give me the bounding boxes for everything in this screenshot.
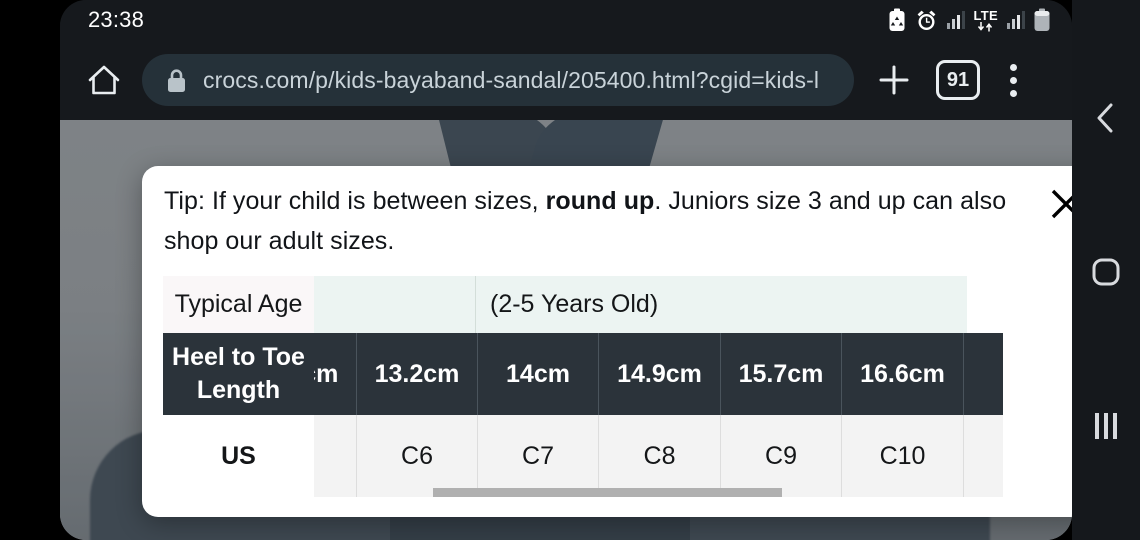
lte-icon: LTE: [974, 9, 999, 32]
omnibox[interactable]: crocs.com/p/kids-bayaband-sandal/205400.…: [142, 54, 854, 106]
us-size-cell: [963, 415, 1003, 497]
signal-bars-2-icon: [1007, 11, 1025, 29]
us-scroll-viewport[interactable]: C5C6C7C8C9C10: [314, 415, 1072, 497]
browser-toolbar: crocs.com/p/kids-bayaband-sandal/205400.…: [60, 40, 1072, 120]
lte-arrows-icon: [977, 21, 992, 31]
overflow-menu-button[interactable]: [986, 53, 1040, 107]
nav-home-button[interactable]: [1084, 250, 1128, 294]
us-size-cell: C8: [598, 415, 720, 497]
heel-to-toe-cell: 15.7cm: [720, 333, 841, 415]
tab-counter-button[interactable]: 91: [936, 60, 980, 100]
row-label-us: US: [163, 415, 314, 497]
age-scroll-viewport[interactable]: rs Old)(2-5 Years Old): [314, 276, 1072, 333]
heel-scroll-viewport[interactable]: n12.3cm13.2cm14cm14.9cm15.7cm16.6cm: [314, 333, 1072, 415]
heel-to-toe-cell: 13.2cm: [356, 333, 477, 415]
battery-saver-icon: [889, 8, 904, 31]
status-clock: 23:38: [88, 7, 145, 32]
us-size-cell: C5: [314, 415, 356, 497]
tab-count-label: 91: [946, 68, 970, 91]
home-button[interactable]: [76, 52, 132, 108]
horizontal-scrollbar-track[interactable]: [314, 488, 1072, 497]
lte-label: LTE: [973, 7, 998, 23]
us-size-cell: C7: [477, 415, 598, 497]
row-label-heel-to-toe: Heel to Toe Length: [163, 333, 314, 415]
phone-screenshot: 23:38 LTE crocs.com/p/kids-bayaband-sand…: [0, 0, 1140, 540]
android-nav-bar: [1072, 0, 1140, 540]
close-icon: [1051, 189, 1072, 219]
heel-to-toe-cell: 14cm: [477, 333, 598, 415]
more-vertical-icon: [1009, 76, 1017, 84]
home-square-icon: [1092, 258, 1120, 286]
size-chart-modal: Tip: If your child is between sizes, rou…: [142, 166, 1072, 517]
status-icon-group: LTE: [888, 8, 1051, 32]
size-tip-text: Tip: If your child is between sizes, rou…: [164, 181, 1049, 261]
url-text[interactable]: crocs.com/p/kids-bayaband-sandal/205400.…: [203, 67, 819, 94]
close-button[interactable]: [1043, 181, 1072, 227]
typical-age-cell: rs Old): [314, 276, 475, 333]
more-vertical-icon: [1009, 63, 1017, 71]
heel-to-toe-cell: 14.9cm: [598, 333, 720, 415]
chevron-left-icon: [1097, 103, 1113, 133]
battery-icon: [1034, 8, 1050, 31]
us-size-cell: C6: [356, 415, 477, 497]
horizontal-scrollbar-thumb[interactable]: [432, 488, 782, 497]
home-icon: [88, 65, 120, 95]
us-cells: C5C6C7C8C9C10: [314, 415, 1003, 497]
status-bar: 23:38 LTE: [60, 0, 1072, 40]
heel-to-toe-cell: [963, 333, 1003, 415]
tip-bold: round up: [545, 187, 655, 215]
heel-cells: n12.3cm13.2cm14cm14.9cm15.7cm16.6cm: [314, 333, 1003, 415]
heel-to-toe-cell: 12.3cm: [314, 333, 356, 415]
new-tab-button[interactable]: [866, 52, 922, 108]
age-cells: rs Old)(2-5 Years Old): [314, 276, 967, 333]
typical-age-cell: (2-5 Years Old): [475, 276, 967, 333]
row-label-typical-age: Typical Age: [163, 276, 314, 333]
nav-recents-button[interactable]: [1084, 404, 1128, 448]
size-chart-table: rs Old)(2-5 Years Old) Typical Age n12.3…: [163, 276, 1072, 517]
more-vertical-icon: [1009, 89, 1017, 97]
lock-icon: [168, 68, 185, 92]
recents-icon: [1095, 413, 1117, 439]
us-size-cell: C9: [720, 415, 841, 497]
tip-prefix: Tip: If your child is between sizes,: [164, 187, 546, 215]
us-size-cell: C10: [841, 415, 963, 497]
alarm-icon: [917, 10, 935, 30]
nav-back-button[interactable]: [1084, 96, 1128, 140]
phone-frame: 23:38 LTE crocs.com/p/kids-bayaband-sand…: [60, 0, 1072, 540]
signal-bars-1-icon: [946, 11, 965, 29]
heel-to-toe-cell: 16.6cm: [841, 333, 963, 415]
plus-icon: [879, 65, 909, 95]
